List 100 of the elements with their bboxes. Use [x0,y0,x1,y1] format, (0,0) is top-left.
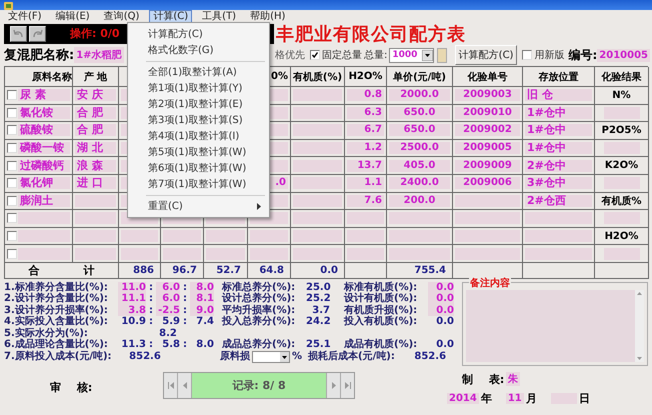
loss-dropdown[interactable] [252,350,290,363]
table-cell: 405.0 [389,160,450,172]
caret-icon [280,352,289,362]
row-checkbox[interactable] [7,108,17,118]
ratio-separator: : [148,304,154,316]
result-label: P2O5% [602,124,642,136]
summary-label: 4.实际投入含量比(%): [4,316,109,328]
table-cell: 7.6 [347,194,384,207]
menu-item[interactable]: 编辑(E) [52,10,94,22]
menu-option[interactable]: 全部(1)取整计算(A) [128,64,269,80]
row-checkbox[interactable] [7,90,17,100]
menu-item[interactable]: 工具(T) [198,10,240,22]
remarks-field[interactable] [466,290,644,362]
previous-record-button[interactable] [178,372,192,398]
ratio-separator: : [148,293,154,305]
row-checkbox[interactable] [7,231,17,242]
result-label: H2O% [604,230,638,242]
table-cell: 进 口 [75,177,116,190]
table-cell: 氯化钾 [18,177,70,190]
last-record-button[interactable] [340,372,354,398]
number-label: 编号: [568,46,598,64]
summary-value: 0.0 [435,316,454,328]
calculate-button[interactable]: 计算配方(C) [454,45,518,65]
table-cell: 2000.0 [389,89,450,102]
table-cell: 3#仓中 [525,177,592,190]
table-cell: 2#仓西 [525,194,592,207]
row-checkbox[interactable] [7,196,17,206]
menu-item[interactable]: 查询(Q) [100,10,144,22]
table-cell: 1.1 [347,177,384,190]
table-cell: 6.7 [347,124,384,136]
summary-label: 1.标准养分含量比(%): [4,282,109,293]
maker-label: 制 表: [462,372,504,387]
undo-icon [13,29,24,38]
row-checkbox[interactable] [7,213,17,224]
menu-option[interactable]: 第3项(1)取整计算(S) [128,112,269,128]
audit-label: 审 核: [50,380,94,396]
total-cell-text: 64.8 [258,264,285,276]
summary-label: 3.设计养分升损率(%): [4,304,109,316]
column-header: H2O% [348,71,382,82]
table-cell: 13.7 [347,160,384,172]
table-cell: 2009002 [455,124,520,136]
checkbox-label: 固定总量 [322,48,362,62]
menu-option[interactable]: 第4项(1)取整计算(I) [128,128,269,144]
row-checkbox[interactable] [7,143,17,154]
total-cell-text: 96.7 [171,264,198,276]
ratio-separator: : [182,339,188,351]
redo-button[interactable] [29,26,46,42]
table-cell: 0.8 [347,89,384,102]
menu-option[interactable]: 第6项(1)取整计算(W) [128,160,269,176]
total-dropdown[interactable]: 1000 [389,48,434,62]
table-cell: 2009006 [455,177,520,190]
menu-option[interactable]: 第5项(1)取整计算(W) [128,144,269,160]
result-label: K2O% [604,160,638,172]
menu-item[interactable]: 计算(C) [149,10,192,22]
table-cell: 浪 森 [75,160,116,172]
menu-option[interactable]: 第2项(1)取整计算(E) [128,96,269,112]
next-record-button[interactable] [326,372,340,398]
first-record-button[interactable] [164,372,178,398]
row-checkbox[interactable] [7,160,17,171]
table-cell: 1#仓中 [525,106,592,119]
app-icon [4,2,13,10]
table-cell: 2009005 [455,142,520,154]
empty-cell [75,230,116,242]
menu-option[interactable]: 格式化数字(G) [128,42,269,58]
name-label: 复混肥名称: [4,47,74,64]
menu-item[interactable]: 文件(F) [4,10,46,22]
table-cell: 旧 仓 [525,89,592,102]
summary-value: 7.4 [195,316,214,328]
row-checkbox[interactable] [7,178,17,188]
undo-button[interactable] [10,26,27,42]
menu-option[interactable]: 重置(C) [148,199,183,213]
checkbox[interactable] [310,50,320,60]
date-label: 月 [526,390,537,406]
menu-option[interactable]: 第1项(1)取整计算(Y) [128,80,269,96]
menu-option[interactable]: 计算配方(C) [128,26,269,42]
summary-value: 5.9 [161,316,180,328]
empty-cell [455,230,520,242]
empty-cell [525,230,592,242]
empty-cell [75,194,116,207]
table-cell: 尿 素 [18,89,70,102]
table-cell: 2009003 [455,89,520,102]
row-checkbox[interactable] [7,125,17,136]
summary-label: 成品总养分(%): [222,339,296,350]
summary-value: 852.6 [413,350,446,362]
next-record-icon [330,382,336,389]
summary-value: 5.8 [161,339,180,351]
ratio-separator: : [182,293,188,305]
ratio-separator: : [182,282,188,294]
row-checkbox[interactable] [7,248,17,259]
remarks-label: 备注内容 [469,276,511,290]
summary-value: 25.2 [306,293,330,305]
menu-item[interactable]: 帮助(H) [246,10,290,22]
total-cell-text: 0.0 [319,264,339,276]
summary-label: 6.成品理论含量比(%): [4,339,109,350]
checkbox[interactable] [522,50,532,60]
scroll-down-icon [637,356,642,360]
scrollbar[interactable] [635,290,644,362]
summary-label: 成品有机质(%): [344,339,418,350]
color-swatch[interactable] [436,48,447,62]
empty-cell [347,230,384,242]
